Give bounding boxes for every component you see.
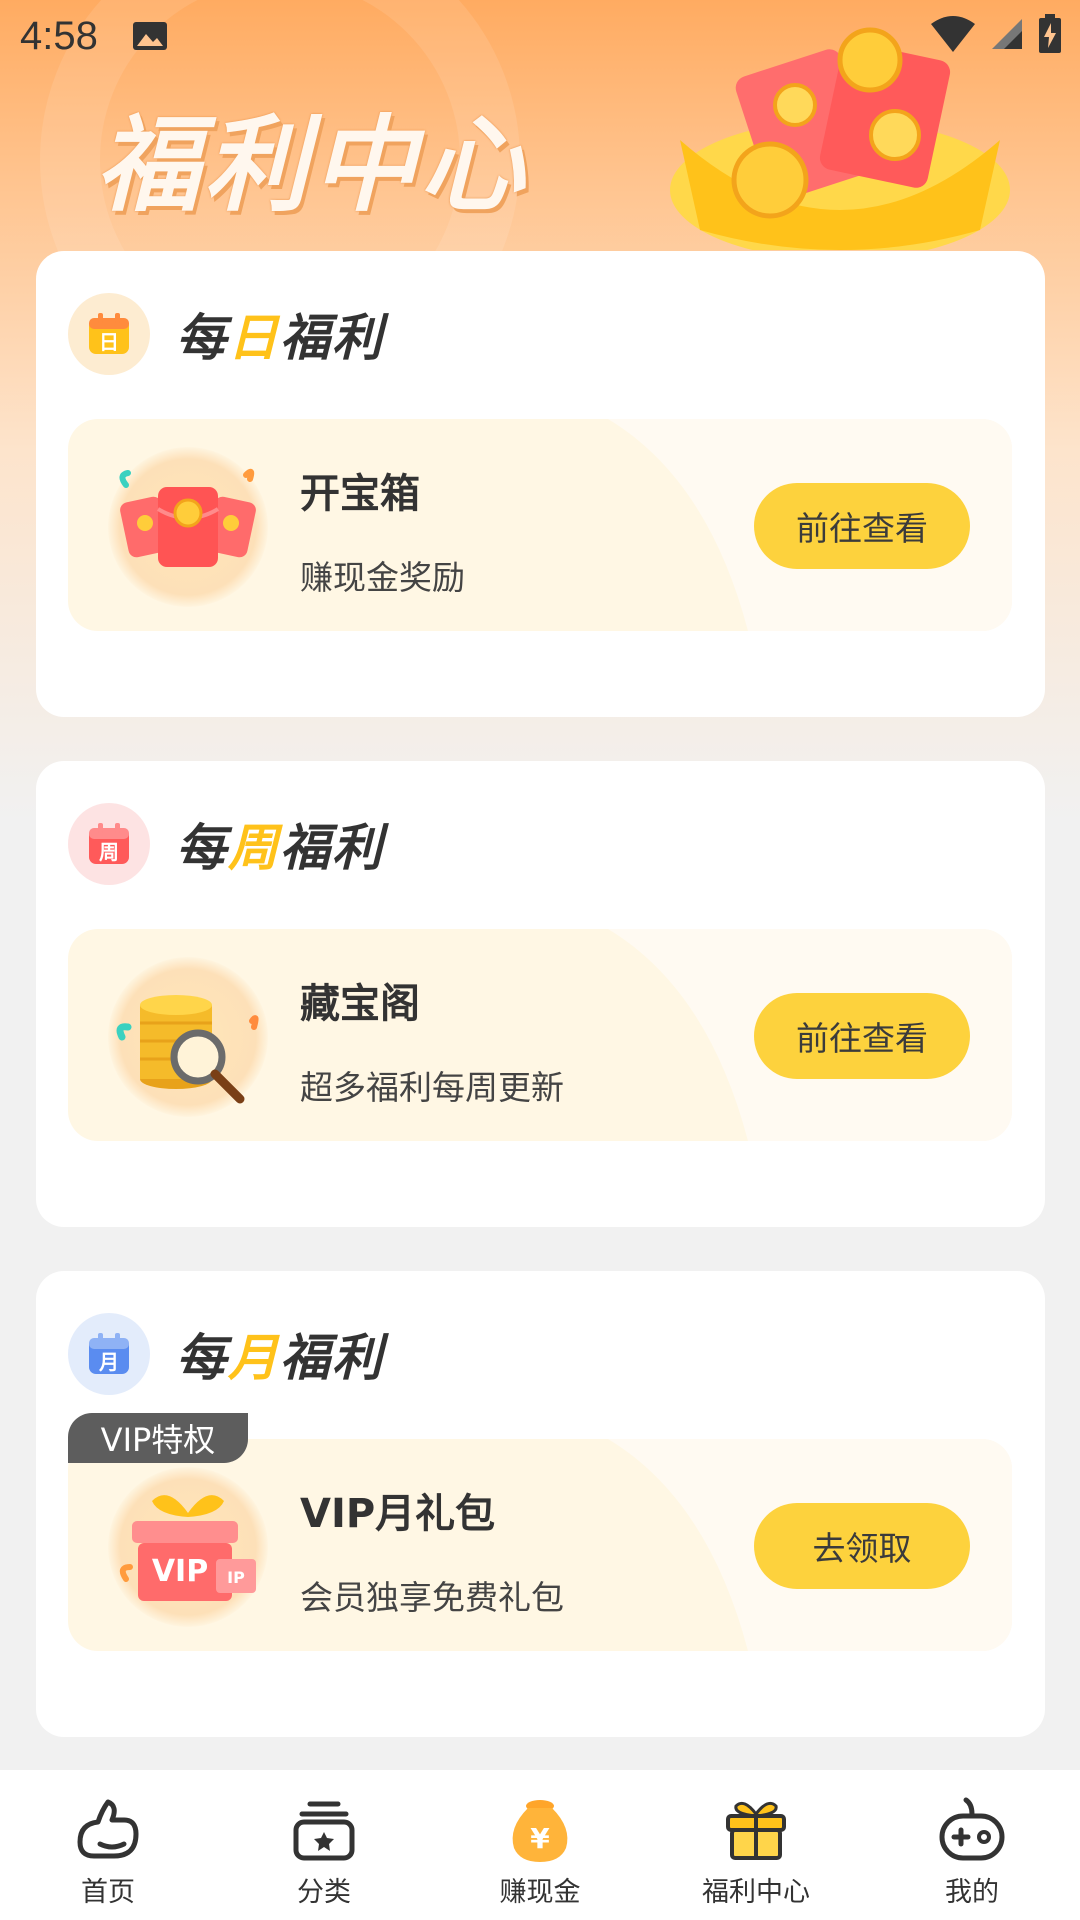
claim-button[interactable]: 去领取 <box>754 1503 970 1589</box>
calendar-week-icon: 周 <box>68 803 150 885</box>
section-header: 周 每周福利 <box>68 803 384 885</box>
section-title: 每周福利 <box>176 819 384 877</box>
item-description: 超多福利每周更新 <box>300 1068 564 1107</box>
coins-magnifier-icon <box>108 957 268 1117</box>
go-view-button[interactable]: 前往查看 <box>754 993 970 1079</box>
nav-label: 福利中心 <box>702 1877 810 1908</box>
calendar-month-icon: 月 <box>68 1313 150 1395</box>
section-title: 每月福利 <box>176 1329 384 1387</box>
nav-label: 赚现金 <box>499 1877 581 1908</box>
welfare-item-treasure-box[interactable]: 开宝箱 赚现金奖励 前往查看 <box>68 419 1012 631</box>
svg-text:IP: IP <box>227 1568 245 1587</box>
svg-text:¥: ¥ <box>530 1822 550 1855</box>
section-monthly-welfare: 月 每月福利 VIP特权 VIP IP VIP月礼包 会员独享免费礼包 去领取 <box>36 1271 1045 1737</box>
section-daily-welfare: 日 每日福利 开宝箱 赚现金奖励 前往查看 <box>36 251 1045 717</box>
nav-item-mine[interactable]: 我的 <box>864 1770 1080 1920</box>
hero-title: 福利中心 <box>96 104 529 226</box>
nav-item-welfare-center[interactable]: 福利中心 <box>648 1770 864 1920</box>
welfare-item-vip-gift[interactable]: VIP IP VIP月礼包 会员独享免费礼包 去领取 <box>68 1439 1012 1651</box>
item-title: 藏宝阁 <box>300 981 420 1027</box>
nav-item-home[interactable]: 首页 <box>0 1770 216 1920</box>
vip-privilege-badge: VIP特权 <box>68 1413 248 1463</box>
item-description: 赚现金奖励 <box>300 558 465 597</box>
go-view-button[interactable]: 前往查看 <box>754 483 970 569</box>
status-time: 4:58 <box>20 13 98 58</box>
section-header: 日 每日福利 <box>68 293 384 375</box>
nav-label: 分类 <box>297 1877 351 1908</box>
nav-label: 我的 <box>945 1877 999 1908</box>
red-envelopes-icon <box>108 447 268 607</box>
gallery-icon <box>132 22 167 50</box>
battery-charging-icon <box>1039 14 1061 53</box>
item-description: 会员独享免费礼包 <box>300 1578 564 1617</box>
svg-text:周: 周 <box>99 840 119 864</box>
red-envelope-bowl-icon <box>670 27 1010 250</box>
gamepad-icon <box>939 1797 1005 1861</box>
nav-item-category[interactable]: 分类 <box>216 1770 432 1920</box>
bottom-navigation: 首页 分类 ¥ 赚现金 福利中心 我的 <box>0 1770 1080 1920</box>
svg-text:日: 日 <box>99 330 119 354</box>
welfare-item-treasure-pavilion[interactable]: 藏宝阁 超多福利每周更新 前往查看 <box>68 929 1012 1141</box>
home-icon <box>77 1799 139 1859</box>
svg-text:月: 月 <box>98 1350 119 1374</box>
category-icon <box>293 1801 355 1861</box>
vip-gift-icon: VIP IP <box>108 1467 268 1627</box>
section-header: 月 每月福利 <box>68 1313 384 1395</box>
calendar-day-icon: 日 <box>68 293 150 375</box>
svg-text:VIP: VIP <box>152 1554 208 1589</box>
gift-icon <box>726 1801 786 1860</box>
section-title: 每日福利 <box>176 309 384 367</box>
money-bag-icon: ¥ <box>512 1800 568 1862</box>
item-title: 开宝箱 <box>300 471 420 517</box>
item-title: VIP月礼包 <box>300 1491 496 1537</box>
nav-label: 首页 <box>81 1877 135 1908</box>
section-weekly-welfare: 周 每周福利 藏宝阁 超多福利每周更新 前往查看 <box>36 761 1045 1227</box>
nav-item-earn-cash[interactable]: ¥ 赚现金 <box>432 1770 648 1920</box>
